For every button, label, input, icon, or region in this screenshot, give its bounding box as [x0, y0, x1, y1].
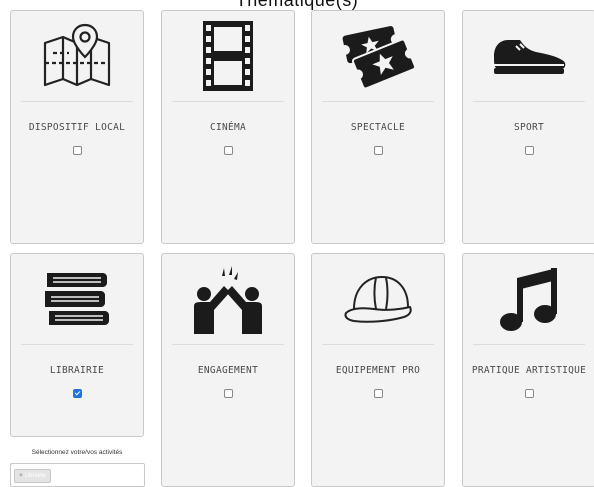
- theme-card-engagement[interactable]: ENGAGEMENT: [161, 253, 295, 487]
- activities-select[interactable]: × Librairie: [10, 463, 145, 487]
- theme-label: SPECTACLE: [350, 122, 406, 133]
- theme-card-dispositif-local[interactable]: DISPOSITIF LOCAL: [10, 10, 144, 244]
- theme-checkbox[interactable]: [73, 146, 82, 155]
- theme-label: ENGAGEMENT: [197, 365, 259, 376]
- theme-label: LIBRAIRIE: [49, 365, 105, 376]
- books-icon: [11, 254, 143, 344]
- card-divider: [172, 344, 284, 345]
- theme-card-librairie[interactable]: LIBRAIRIE: [10, 253, 144, 437]
- theme-checkbox[interactable]: [525, 146, 534, 155]
- map-icon: [11, 11, 143, 101]
- card-divider: [172, 101, 284, 102]
- theme-label: CINÉMA: [209, 122, 247, 133]
- theme-label: EQUIPEMENT PRO: [335, 365, 421, 376]
- theme-checkbox[interactable]: [224, 146, 233, 155]
- selected-activity-label: Librairie: [24, 473, 46, 479]
- selected-activity-tag[interactable]: × Librairie: [14, 469, 51, 483]
- card-divider: [473, 101, 585, 102]
- theme-checkbox[interactable]: [374, 146, 383, 155]
- hard-hat-icon: [312, 254, 444, 344]
- card-divider: [322, 344, 434, 345]
- theme-checkbox[interactable]: [374, 389, 383, 398]
- theme-card-cinema[interactable]: CINÉMA: [161, 10, 295, 244]
- card-divider: [473, 344, 585, 345]
- music-note-icon: [463, 254, 594, 344]
- activities-hint: Sélectionnez votre/vos activités: [31, 449, 123, 456]
- theme-checkbox[interactable]: [73, 389, 82, 398]
- theme-card-equipement-pro[interactable]: EQUIPEMENT PRO: [311, 253, 445, 487]
- sneaker-icon: [463, 11, 594, 101]
- theme-card-spectacle[interactable]: SPECTACLE: [311, 10, 445, 244]
- theme-label: PRATIQUE ARTISTIQUE: [471, 365, 587, 376]
- card-divider: [21, 344, 133, 345]
- remove-tag-icon[interactable]: ×: [19, 473, 23, 479]
- tickets-icon: [312, 11, 444, 101]
- high-five-icon: [162, 254, 294, 344]
- theme-checkbox[interactable]: [224, 389, 233, 398]
- theme-label: SPORT: [513, 122, 545, 133]
- theme-card-sport[interactable]: SPORT: [462, 10, 594, 244]
- theme-card-pratique-artistique[interactable]: PRATIQUE ARTISTIQUE: [462, 253, 594, 487]
- film-strip-icon: [162, 11, 294, 101]
- theme-checkbox[interactable]: [525, 389, 534, 398]
- card-divider: [21, 101, 133, 102]
- card-divider: [322, 101, 434, 102]
- theme-label: DISPOSITIF LOCAL: [28, 122, 126, 133]
